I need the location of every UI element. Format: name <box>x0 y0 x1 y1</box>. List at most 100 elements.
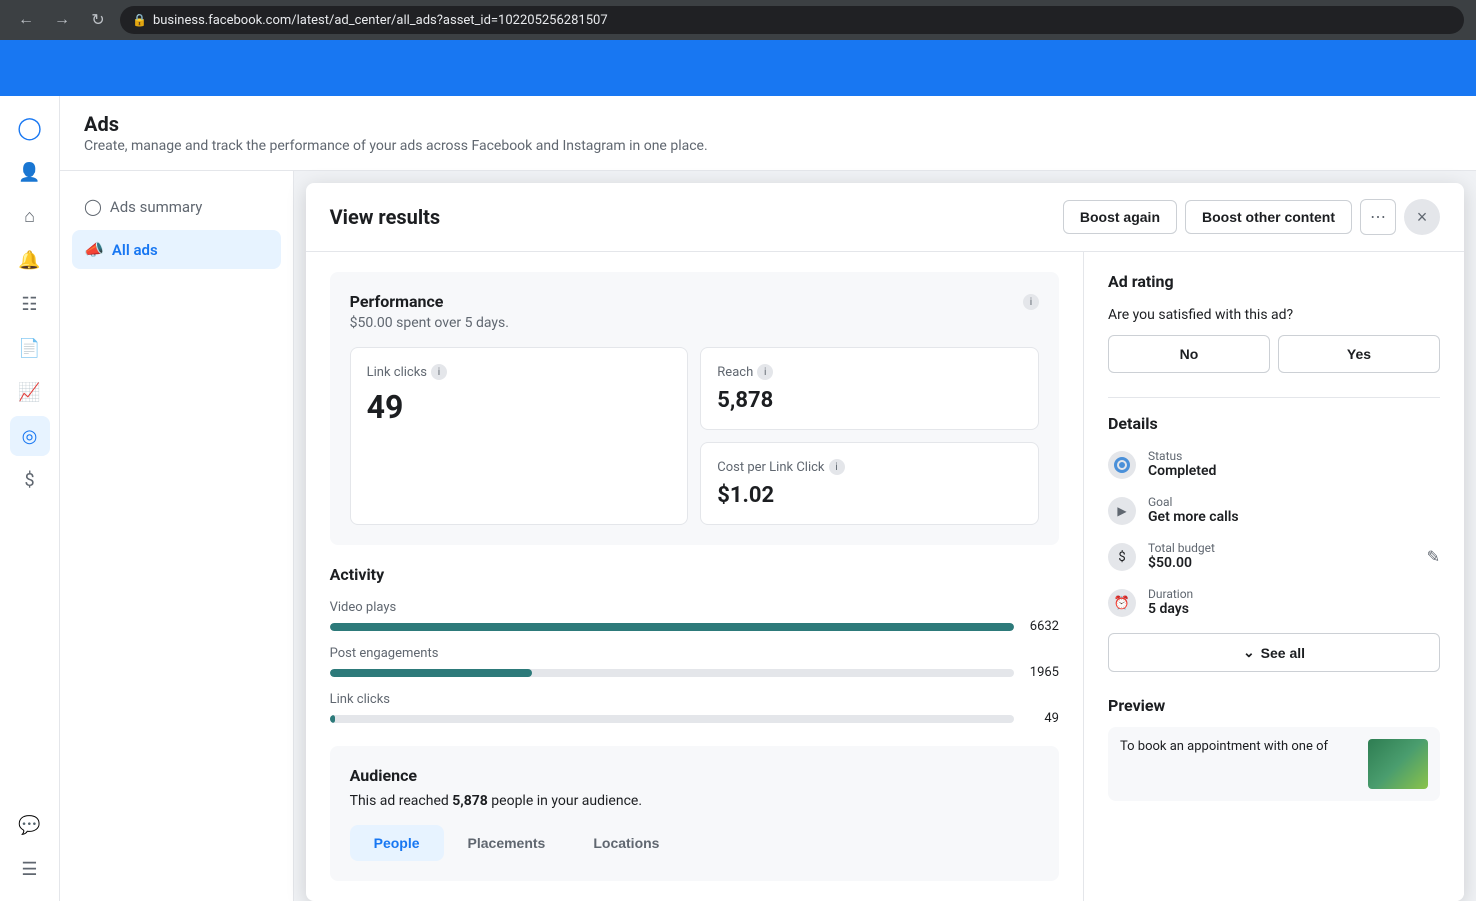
audience-tab-locations[interactable]: Locations <box>569 825 683 861</box>
page-header: Ads Create, manage and track the perform… <box>60 96 1476 171</box>
audience-tab-people[interactable]: People <box>350 825 444 861</box>
activity-title: Activity <box>330 565 1059 584</box>
budget-row-content: Total budget $50.00 ✎ <box>1148 541 1440 571</box>
ads-summary-icon: ◯ <box>84 197 102 216</box>
lock-icon: 🔒 <box>132 13 147 27</box>
audience-title: Audience <box>350 766 1039 785</box>
sidebar-menu-icon[interactable]: ☰ <box>10 849 50 889</box>
cost-per-click-card: Cost per Link Click i $1.02 <box>700 442 1039 525</box>
activity-bar-fill <box>330 715 335 723</box>
preview-title: Preview <box>1108 696 1440 715</box>
sidebar: ◯ 👤 ⌂ 🔔 ☷ 📄 📈 ◎ $ 💬 ☰ <box>0 96 60 901</box>
forward-button[interactable]: → <box>48 6 76 34</box>
budget-row: $ Total budget $50.00 ✎ <box>1108 541 1440 571</box>
see-all-label: See all <box>1261 645 1305 661</box>
facebook-topbar <box>0 40 1476 96</box>
duration-value: 5 days <box>1148 601 1440 617</box>
status-label: Status <box>1148 449 1440 463</box>
duration-info: Duration 5 days <box>1148 587 1440 617</box>
audience-reach-count: 5,878 <box>452 793 488 809</box>
reach-card: Reach i 5,878 <box>700 347 1039 430</box>
sidebar-target-icon[interactable]: ◎ <box>10 416 50 456</box>
activity-bar-wrap: 1965 <box>330 665 1059 680</box>
budget-icon: $ <box>1108 543 1136 571</box>
activity-bar-bg <box>330 715 1014 723</box>
activity-bars: Video plays 6632 Post engagements 1965 L… <box>330 600 1059 726</box>
nav-all-ads[interactable]: 📣 All ads <box>72 230 281 269</box>
see-all-button[interactable]: ⌄ See all <box>1108 633 1440 672</box>
audience-section: Audience This ad reached 5,878 people in… <box>330 746 1059 881</box>
status-row: Status Completed <box>1108 449 1440 479</box>
cpc-info-icon[interactable]: i <box>829 459 845 475</box>
audience-desc-suffix: people in your audience. <box>488 793 642 809</box>
ad-rating-title: Ad rating <box>1108 272 1440 291</box>
more-options-button[interactable]: ⋯ <box>1360 199 1396 235</box>
activity-bar-label: Post engagements <box>330 646 1059 661</box>
performance-info-icon[interactable]: i <box>1023 294 1039 310</box>
see-all-chevron: ⌄ <box>1243 644 1255 661</box>
sidebar-dollar-icon[interactable]: $ <box>10 460 50 500</box>
main-content: Ads Create, manage and track the perform… <box>60 96 1476 901</box>
link-clicks-label: Link clicks i <box>367 364 672 380</box>
activity-bar-count: 6632 <box>1024 619 1059 634</box>
page-subtitle: Create, manage and track the performance… <box>84 138 1452 154</box>
boost-other-button[interactable]: Boost other content <box>1185 200 1352 234</box>
goal-info: Goal Get more calls <box>1148 495 1440 525</box>
rating-no-button[interactable]: No <box>1108 335 1270 373</box>
results-content: Performance $50.00 spent over 5 days. i … <box>306 252 1084 901</box>
performance-title: Performance <box>350 292 509 311</box>
budget-edit-icon[interactable]: ✎ <box>1427 547 1440 566</box>
activity-bar-row: Link clicks 49 <box>330 692 1059 726</box>
back-button[interactable]: ← <box>12 6 40 34</box>
performance-subtitle: $50.00 spent over 5 days. <box>350 315 509 331</box>
activity-bar-label: Link clicks <box>330 692 1059 707</box>
reach-value: 5,878 <box>717 388 1022 413</box>
goal-label: Goal <box>1148 495 1440 509</box>
goal-row: ▶ Goal Get more calls <box>1108 495 1440 525</box>
goal-icon: ▶ <box>1108 497 1136 525</box>
panel-header: View results Boost again Boost other con… <box>306 183 1464 252</box>
ad-rating-question: Are you satisfied with this ad? <box>1108 307 1440 323</box>
preview-text: To book an appointment with one of <box>1120 739 1360 754</box>
details-section: Details Status Complete <box>1108 414 1440 672</box>
panel-header-actions: Boost again Boost other content ⋯ × <box>1063 199 1440 235</box>
link-clicks-info-icon[interactable]: i <box>431 364 447 380</box>
url-text: business.facebook.com/latest/ad_center/a… <box>153 13 608 28</box>
audience-description: This ad reached 5,878 people in your aud… <box>350 793 1039 809</box>
reach-label: Reach i <box>717 364 1022 380</box>
sidebar-chart-icon[interactable]: 📈 <box>10 372 50 412</box>
boost-again-button[interactable]: Boost again <box>1063 200 1177 234</box>
sidebar-notifications-icon[interactable]: 🔔 <box>10 240 50 280</box>
audience-tabs: PeoplePlacementsLocations <box>350 825 1039 861</box>
rating-yes-button[interactable]: Yes <box>1278 335 1440 373</box>
sidebar-meta-logo[interactable]: ◯ <box>10 108 50 148</box>
divider-1 <box>1108 397 1440 398</box>
cost-per-click-value: $1.02 <box>717 483 1022 508</box>
sidebar-chat-icon[interactable]: 💬 <box>10 805 50 845</box>
close-button[interactable]: × <box>1404 199 1440 235</box>
activity-bar-fill <box>330 623 1014 631</box>
sidebar-grid-icon[interactable]: ☷ <box>10 284 50 324</box>
activity-bar-bg <box>330 669 1014 677</box>
status-dot <box>1114 457 1130 473</box>
nav-ads-summary[interactable]: ◯ Ads summary <box>72 187 281 226</box>
budget-label: Total budget <box>1148 541 1427 555</box>
reload-button[interactable]: ↻ <box>84 6 112 34</box>
url-bar[interactable]: 🔒 business.facebook.com/latest/ad_center… <box>120 6 1464 34</box>
all-ads-icon: 📣 <box>84 240 104 259</box>
activity-bar-wrap: 49 <box>330 711 1059 726</box>
link-clicks-value: 49 <box>367 388 672 426</box>
rating-buttons: No Yes <box>1108 335 1440 373</box>
goal-value: Get more calls <box>1148 509 1440 525</box>
budget-info: Total budget $50.00 <box>1148 541 1427 571</box>
browser-chrome: ← → ↻ 🔒 business.facebook.com/latest/ad_… <box>0 0 1476 40</box>
reach-info-icon[interactable]: i <box>757 364 773 380</box>
activity-section: Activity Video plays 6632 Post engagemen… <box>330 565 1059 726</box>
performance-section: Performance $50.00 spent over 5 days. i … <box>330 272 1059 545</box>
sidebar-pages-icon[interactable]: 📄 <box>10 328 50 368</box>
sidebar-home-icon[interactable]: ⌂ <box>10 196 50 236</box>
sidebar-account-icon[interactable]: 👤 <box>10 152 50 192</box>
details-panel: Ad rating Are you satisfied with this ad… <box>1084 252 1464 901</box>
link-clicks-card: Link clicks i 49 <box>350 347 689 525</box>
audience-tab-placements[interactable]: Placements <box>444 825 570 861</box>
